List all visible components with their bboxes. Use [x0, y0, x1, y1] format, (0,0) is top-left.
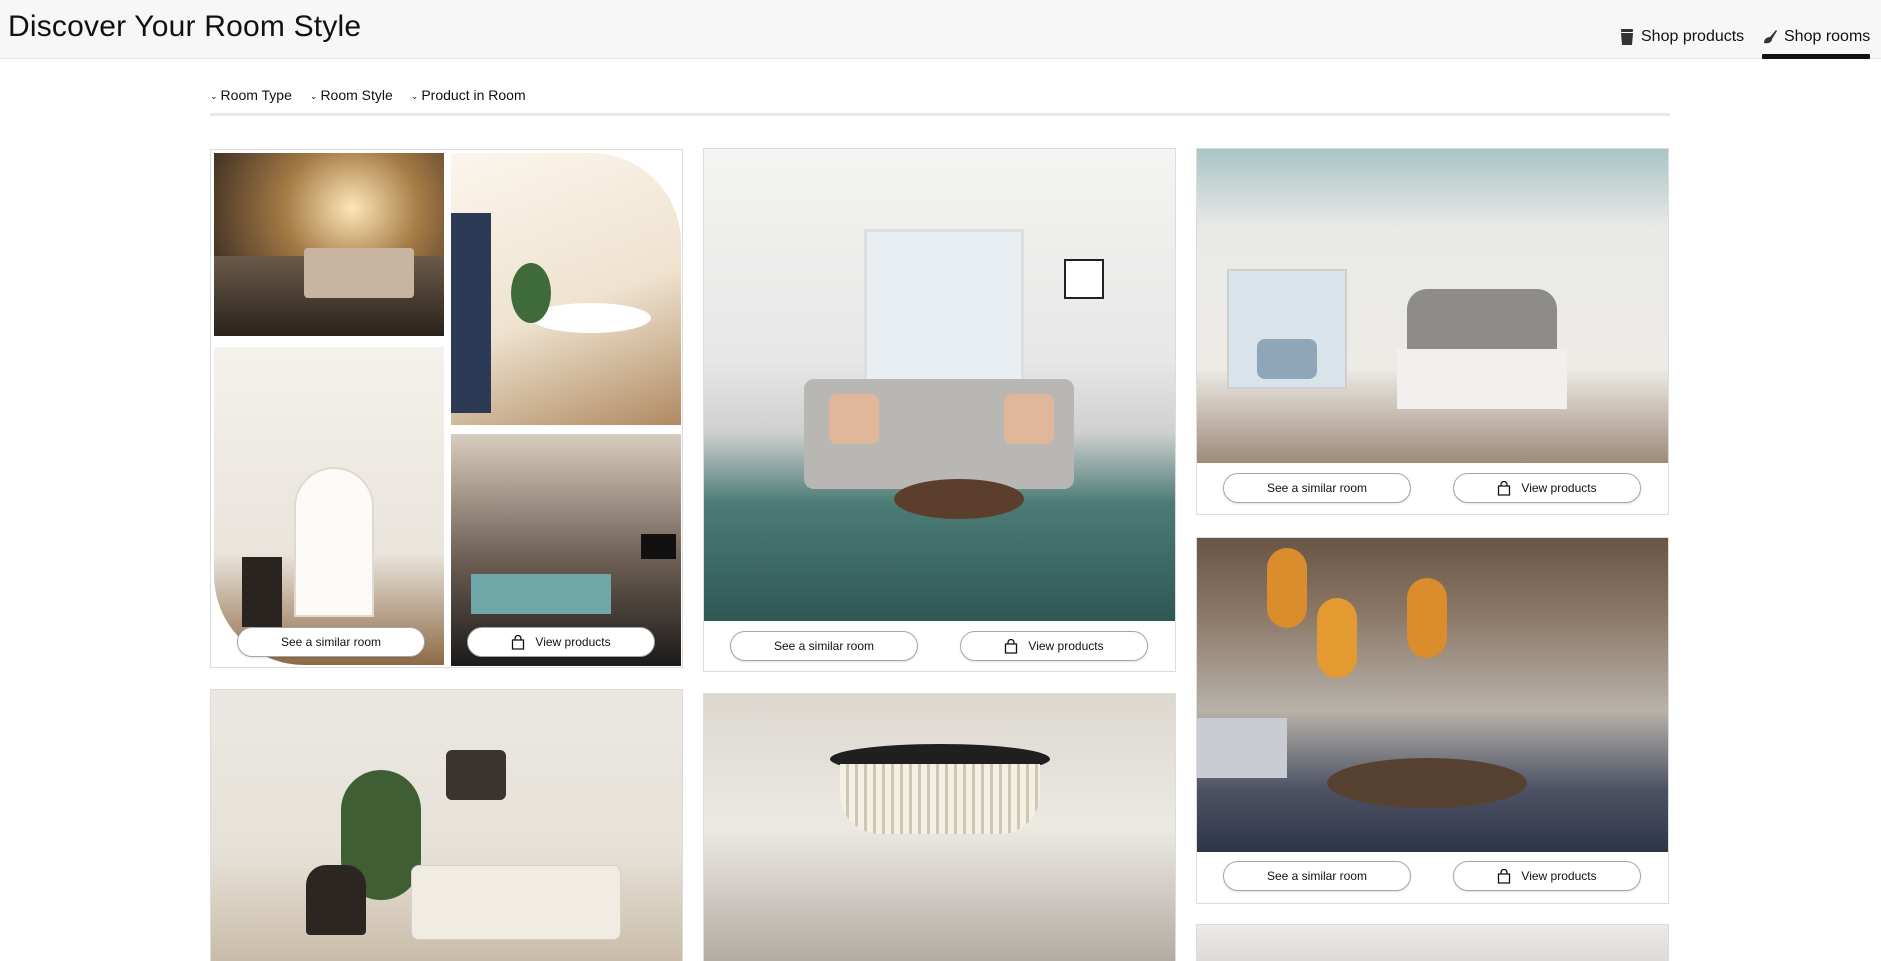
room-image-modern-living[interactable]: [704, 149, 1175, 621]
filter-bar: ⌄ Room Type ⌄ Room Style ⌄ Product in Ro…: [210, 84, 1670, 116]
see-similar-room-label: See a similar room: [1266, 869, 1368, 883]
room-card[interactable]: See a similar room View products: [210, 149, 683, 668]
room-image-hallway[interactable]: [214, 347, 444, 665]
see-similar-room-button[interactable]: See a similar room: [1223, 861, 1411, 891]
room-card[interactable]: [703, 693, 1176, 961]
shopping-bag-icon: [512, 634, 525, 650]
room-image-classic-living[interactable]: [211, 690, 682, 961]
see-similar-room-button[interactable]: See a similar room: [1223, 473, 1411, 503]
tab-shop-products[interactable]: Shop products: [1619, 28, 1744, 46]
see-similar-room-button[interactable]: See a similar room: [237, 627, 425, 657]
shopping-bag-icon: [1005, 638, 1018, 654]
chevron-down-icon: ⌄: [410, 90, 419, 101]
room-image-rustic-living[interactable]: [1197, 538, 1668, 852]
header-bar: Discover Your Room Style Shop products S…: [0, 0, 1881, 59]
room-card[interactable]: See a similar room View products: [1196, 537, 1669, 904]
view-products-button[interactable]: View products: [1453, 861, 1641, 891]
tab-shop-rooms[interactable]: Shop rooms: [1762, 28, 1870, 46]
tab-shop-products-label: Shop products: [1641, 28, 1745, 45]
view-products-label: View products: [535, 635, 611, 649]
see-similar-room-label: See a similar room: [280, 635, 382, 649]
shopping-bag-icon: [1498, 868, 1511, 884]
page-title: Discover Your Room Style: [8, 10, 362, 43]
tab-shop-rooms-label: Shop rooms: [1784, 28, 1871, 45]
room-card[interactable]: [210, 689, 683, 961]
see-similar-room-label: See a similar room: [1266, 481, 1368, 495]
room-image-bedroom[interactable]: [214, 153, 444, 336]
view-products-button[interactable]: View products: [1453, 473, 1641, 503]
room-image-partial[interactable]: [1197, 925, 1668, 961]
room-card[interactable]: [1196, 924, 1669, 961]
view-products-label: View products: [1521, 481, 1597, 495]
paint-brush-icon: [1764, 30, 1777, 44]
view-products-label: View products: [1028, 639, 1104, 653]
filter-room-style[interactable]: ⌄ Room Style: [310, 84, 393, 106]
chevron-down-icon: ⌄: [210, 90, 218, 101]
room-image-chandelier[interactable]: [704, 694, 1175, 961]
see-similar-room-button[interactable]: See a similar room: [730, 631, 918, 661]
chevron-down-icon: ⌄: [309, 90, 318, 101]
active-tab-indicator: [1762, 54, 1870, 59]
filter-room-style-label: Room Style: [320, 87, 393, 103]
view-products-label: View products: [1521, 869, 1597, 883]
room-image-bedroom-tray-ceiling[interactable]: [1197, 149, 1668, 463]
filter-product-in-room[interactable]: ⌄ Product in Room: [411, 84, 526, 106]
room-card[interactable]: See a similar room View products: [1196, 148, 1669, 515]
bucket-icon: [1621, 29, 1633, 45]
filter-room-type[interactable]: ⌄ Room Type: [210, 84, 292, 106]
room-card[interactable]: See a similar room View products: [703, 148, 1176, 672]
filter-room-type-label: Room Type: [220, 87, 292, 103]
room-image-dining[interactable]: [451, 153, 681, 425]
shopping-bag-icon: [1498, 480, 1511, 496]
view-products-button[interactable]: View products: [960, 631, 1148, 661]
filter-product-in-room-label: Product in Room: [421, 87, 526, 103]
see-similar-room-label: See a similar room: [773, 639, 875, 653]
view-products-button[interactable]: View products: [467, 627, 655, 657]
